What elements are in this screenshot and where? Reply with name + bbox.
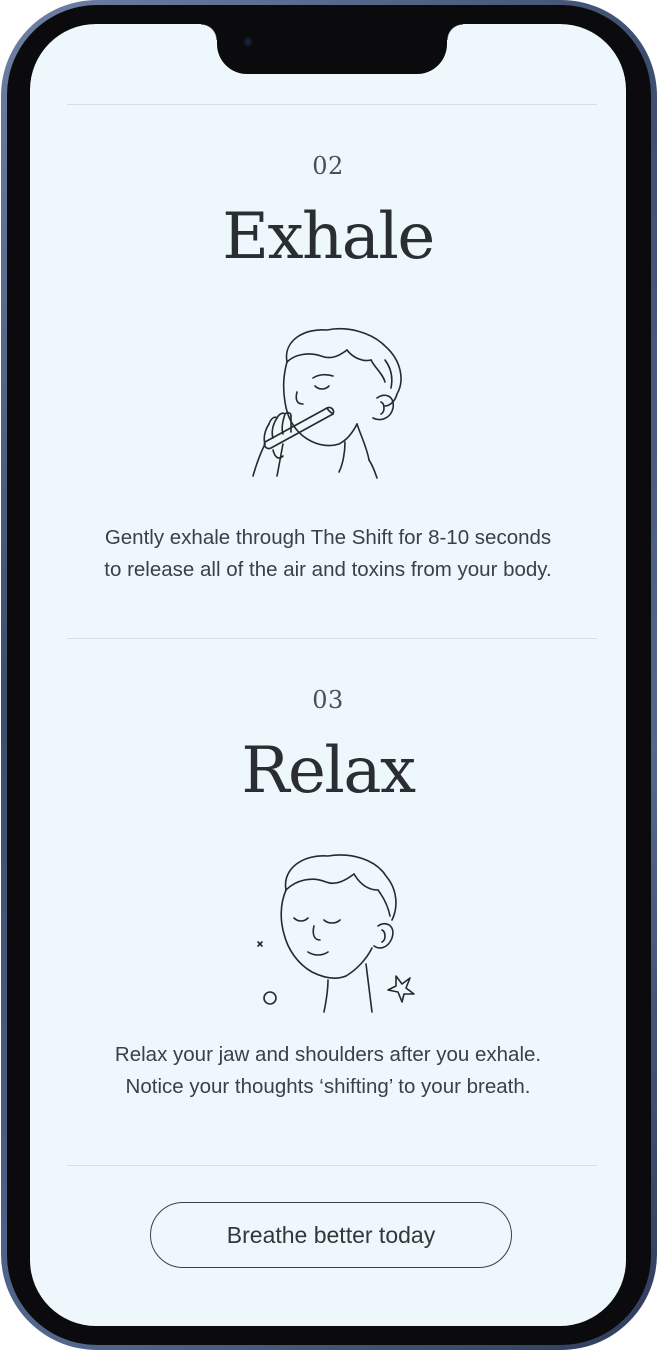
step-description-line: Relax your jaw and shoulders after you e… xyxy=(114,1043,542,1066)
step-number: 03 xyxy=(312,686,344,714)
person-exhaling-through-tube-icon xyxy=(252,327,402,479)
step-description-line: to release all of the air and toxins fro… xyxy=(104,558,552,581)
step-description: Relax your jaw and shoulders after you e… xyxy=(50,1039,606,1103)
step-description-line: Notice your thoughts ‘shifting’ to your … xyxy=(125,1075,531,1098)
person-relaxing-eyes-closed-icon xyxy=(257,854,415,1013)
screen: 02 Exhale Gently exhale through The Shif… xyxy=(30,24,626,1326)
top-divider xyxy=(67,104,597,105)
breathe-better-today-button[interactable]: Breathe better today xyxy=(150,1202,512,1268)
step-title: Relax xyxy=(241,734,416,808)
step-number: 02 xyxy=(312,152,344,180)
bottom-divider xyxy=(67,1165,597,1166)
section-divider xyxy=(67,638,597,639)
step-description: Gently exhale through The Shift for 8-10… xyxy=(50,522,606,586)
camera-notch xyxy=(201,24,463,74)
step-title: Exhale xyxy=(222,200,435,274)
front-camera-icon xyxy=(243,37,253,47)
step-description-line: Gently exhale through The Shift for 8-10… xyxy=(104,526,552,549)
